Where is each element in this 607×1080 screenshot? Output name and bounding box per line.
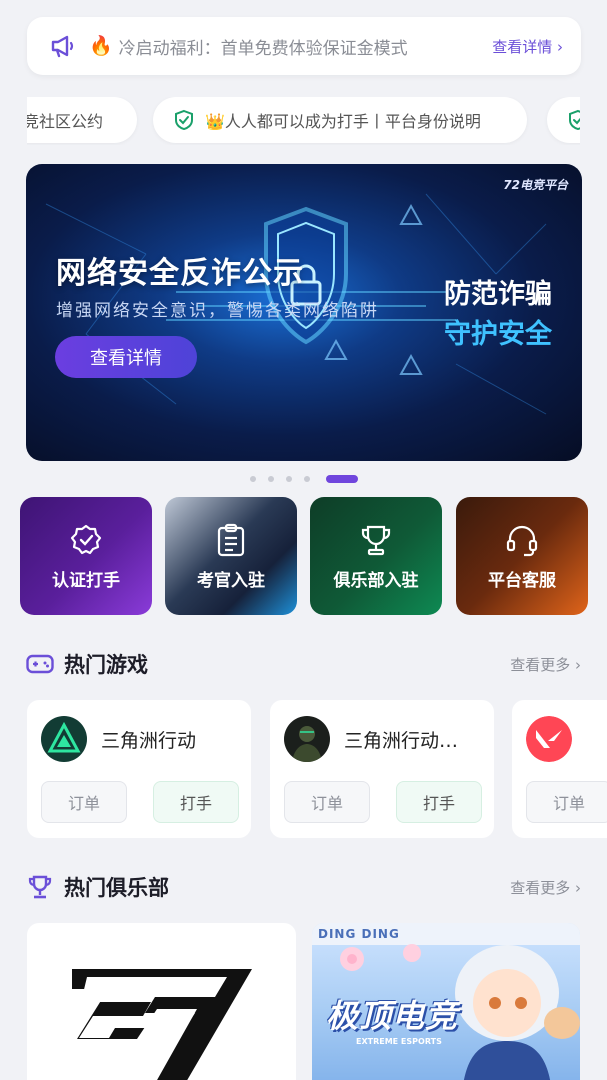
carousel-dot-active[interactable]	[326, 475, 358, 483]
tile-club-join[interactable]: 俱乐部入驻	[310, 497, 442, 615]
fire-emoji: 🔥	[89, 34, 113, 57]
game-avatar	[41, 716, 87, 762]
tile-examiner-join[interactable]: 考官入驻	[165, 497, 297, 615]
megaphone-icon	[49, 32, 77, 60]
trophy-icon	[358, 522, 394, 558]
see-more-link[interactable]: 查看更多 ›	[510, 877, 581, 898]
game-players-button[interactable]: 打手	[396, 781, 482, 823]
verified-badge-icon	[68, 522, 104, 558]
game-players-button[interactable]: 打手	[153, 781, 239, 823]
banner-slogan-1: 防范诈骗	[444, 279, 552, 310]
section-header-hot-clubs: 热门俱乐部 查看更多 ›	[26, 872, 581, 902]
tile-label: 俱乐部入驻	[333, 570, 419, 591]
see-more-link[interactable]: 查看更多 ›	[510, 654, 581, 675]
game-card[interactable]: 订单	[512, 700, 607, 838]
shield-check-icon	[173, 109, 195, 131]
chip-next[interactable]	[547, 97, 580, 143]
club-logo-text: 极顶电竞	[326, 997, 459, 1035]
club-card[interactable]: S7	[27, 923, 296, 1080]
clipboard-icon	[213, 522, 249, 558]
headset-icon	[504, 522, 540, 558]
game-orders-button[interactable]: 订单	[284, 781, 370, 823]
gamepad-icon	[26, 650, 54, 678]
carousel-indicator	[250, 474, 370, 484]
club-logo-subtext: EXTREME ESPORTS	[356, 1037, 442, 1046]
carousel-dot[interactable]	[268, 476, 274, 482]
tile-customer-service[interactable]: 平台客服	[456, 497, 588, 615]
carousel-dot[interactable]	[250, 476, 256, 482]
tile-certified-player[interactable]: 认证打手	[20, 497, 152, 615]
game-orders-button[interactable]: 订单	[41, 781, 127, 823]
tile-label: 考官入驻	[197, 570, 265, 591]
announcement-text: 冷启动福利：首单免费体验保证金模式	[118, 38, 408, 59]
section-title: 热门游戏	[64, 653, 148, 677]
chip-label: 竞社区公约	[27, 112, 104, 131]
tile-label: 平台客服	[488, 570, 556, 591]
banner-detail-button[interactable]: 查看详情	[55, 336, 197, 378]
banner-title: 网络安全反诈公示	[56, 256, 304, 291]
shield-check-icon	[567, 109, 580, 131]
game-avatar	[526, 716, 572, 762]
tile-label: 认证打手	[52, 570, 120, 591]
game-name: 三角洲行动…	[344, 730, 459, 752]
carousel-dot[interactable]	[286, 476, 292, 482]
chip-identity-notice[interactable]: 👑人人都可以成为打手丨平台身份说明	[153, 97, 527, 143]
promo-banner[interactable]: 72电竞平台 网络安全反诈公示 增强网络安全意识，警惕各类网络陷阱 查看详情 防…	[26, 164, 582, 461]
announcement-bar[interactable]: 🔥 冷启动福利：首单免费体验保证金模式 查看详情 ›	[27, 17, 581, 75]
game-orders-button[interactable]: 订单	[526, 781, 607, 823]
club-logo-s7: S7	[72, 969, 252, 1080]
section-header-hot-games: 热门游戏 查看更多 ›	[26, 649, 581, 679]
section-title: 热门俱乐部	[64, 876, 169, 900]
notice-chips-row[interactable]: 竞社区公约 👑人人都可以成为打手丨平台身份说明	[27, 97, 580, 145]
trophy-icon	[26, 873, 54, 901]
game-card[interactable]: 三角洲行动… 订单 打手	[270, 700, 494, 838]
banner-slogan-2: 守护安全	[444, 319, 552, 350]
game-name: 三角洲行动	[101, 730, 197, 752]
game-card[interactable]: 三角洲行动 订单 打手	[27, 700, 251, 838]
chip-label: 👑人人都可以成为打手丨平台身份说明	[205, 112, 481, 131]
announcement-detail-link[interactable]: 查看详情 ›	[492, 36, 563, 57]
banner-subtitle: 增强网络安全意识，警惕各类网络陷阱	[56, 301, 379, 321]
game-avatar	[284, 716, 330, 762]
club-card[interactable]: DING DING 极顶电竞 EXTREME ESPORTS	[312, 923, 580, 1080]
brand-logo: 72电竞平台	[503, 178, 568, 192]
carousel-dot[interactable]	[304, 476, 310, 482]
chip-community-rules[interactable]: 竞社区公约	[27, 97, 137, 143]
